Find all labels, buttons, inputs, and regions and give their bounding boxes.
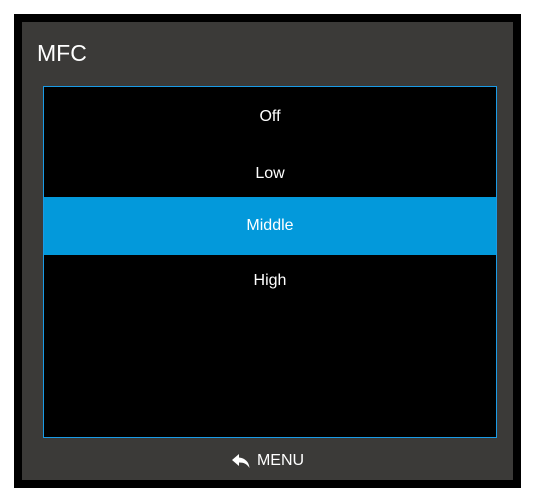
menu-label: MENU	[256, 452, 305, 469]
options-list: Off Low Middle High	[43, 86, 497, 438]
osd-frame: MFC Off Low Middle High MENU	[14, 14, 521, 488]
option-label: Off	[259, 108, 281, 125]
option-label: High	[253, 272, 287, 289]
menu-title: MFC	[37, 40, 87, 66]
mfc-settings-panel: MFC Off Low Middle High MENU	[22, 22, 513, 480]
menu-back-button[interactable]: MENU	[22, 447, 513, 475]
option-low[interactable]: Low	[44, 145, 496, 203]
option-label: Middle	[246, 217, 294, 234]
option-off[interactable]: Off	[44, 88, 496, 146]
option-middle[interactable]: Middle	[44, 197, 496, 255]
option-high[interactable]: High	[44, 252, 496, 310]
option-label: Low	[255, 165, 285, 182]
back-arrow-icon	[231, 453, 251, 469]
